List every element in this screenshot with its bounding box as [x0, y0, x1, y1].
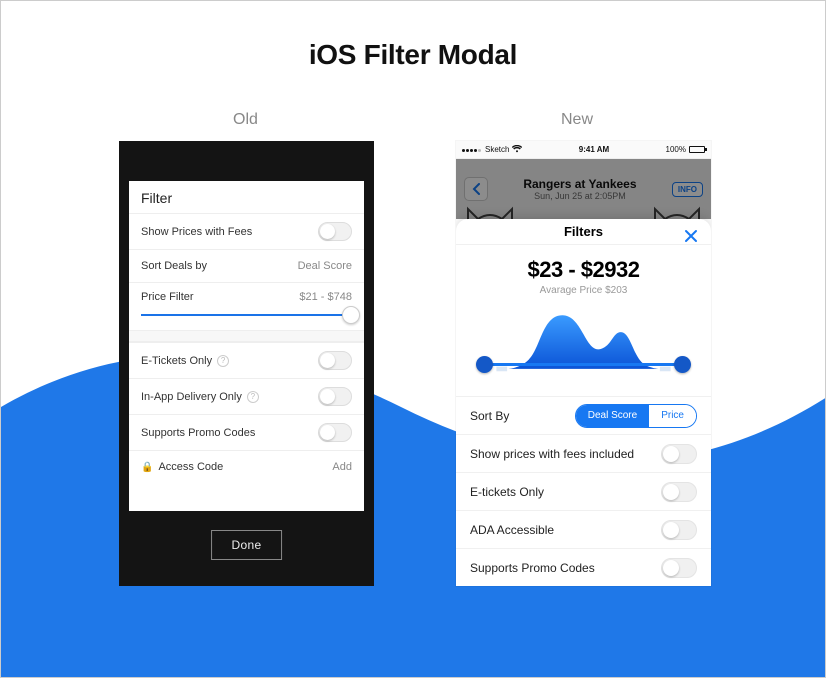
access-code-label: Access Code [158, 461, 223, 473]
help-icon[interactable]: ? [217, 355, 229, 367]
filters-sheet-title: Filters [564, 224, 603, 239]
price-filter-slider-thumb[interactable] [342, 306, 360, 324]
access-code-add-action[interactable]: Add [332, 461, 352, 473]
histogram-chart-icon [470, 306, 697, 380]
filters-sheet: Filters $23 - $2932 Avarage Price $203 [456, 219, 711, 586]
inapp-delivery-row: In-App Delivery Only ? [129, 378, 364, 414]
old-filter-header: Filter [129, 181, 364, 213]
access-code-row[interactable]: 🔒 Access Code Add [129, 450, 364, 483]
etickets-only-toggle[interactable] [318, 351, 352, 370]
etickets-only-row-new: E-tickets Only [456, 472, 711, 510]
price-histogram-slider[interactable] [470, 306, 697, 380]
sort-by-label: Sort By [470, 409, 509, 423]
show-prices-fees-row: Show prices with fees included [456, 434, 711, 472]
sort-deals-row[interactable]: Sort Deals by Deal Score [129, 249, 364, 282]
sort-option-deal-score[interactable]: Deal Score [576, 405, 649, 427]
ada-accessible-label: ADA Accessible [470, 523, 554, 537]
etickets-only-row: E-Tickets Only ? [129, 342, 364, 378]
sort-deals-value: Deal Score [298, 260, 352, 272]
show-prices-fees-label: Show prices with fees included [470, 447, 634, 461]
supports-promo-toggle-new[interactable] [661, 558, 697, 578]
wifi-icon [512, 145, 522, 155]
old-column-label: Old [233, 111, 258, 129]
back-button[interactable] [464, 177, 488, 201]
price-filter-slider[interactable] [141, 314, 352, 316]
new-column-label: New [561, 111, 593, 129]
event-title: Rangers at Yankees [488, 177, 672, 191]
supports-promo-label: Supports Promo Codes [141, 427, 255, 439]
range-thumb-max[interactable] [674, 356, 691, 373]
close-button[interactable] [681, 226, 701, 246]
show-prices-with-fees-toggle[interactable] [318, 222, 352, 241]
signal-dots-icon [462, 145, 482, 154]
event-subtitle: Sun, Jun 25 at 2:05PM [488, 191, 672, 201]
done-button[interactable]: Done [211, 530, 283, 560]
range-track [484, 363, 683, 366]
price-filter-label: Price Filter [141, 291, 194, 303]
sort-segmented-control: Deal Score Price [575, 404, 697, 428]
supports-promo-label-new: Supports Promo Codes [470, 561, 595, 575]
inapp-delivery-toggle[interactable] [318, 387, 352, 406]
sort-deals-label: Sort Deals by [141, 260, 207, 272]
show-prices-with-fees-row: Show Prices with Fees [129, 213, 364, 249]
new-phone-frame: Sketch 9:41 AM 100% Rangers at Yankees S… [456, 141, 711, 586]
old-filter-panel: Filter Show Prices with Fees Sort Deals … [129, 181, 364, 511]
page-title: iOS Filter Modal [1, 39, 825, 71]
etickets-only-toggle-new[interactable] [661, 482, 697, 502]
ada-accessible-toggle[interactable] [661, 520, 697, 540]
supports-promo-row-new: Supports Promo Codes [456, 548, 711, 586]
show-prices-fees-toggle[interactable] [661, 444, 697, 464]
inapp-delivery-label: In-App Delivery Only [141, 391, 242, 403]
battery-icon [689, 146, 705, 153]
sort-by-row: Sort By Deal Score Price [456, 396, 711, 434]
ada-accessible-row: ADA Accessible [456, 510, 711, 548]
supports-promo-row: Supports Promo Codes [129, 414, 364, 450]
old-phone-frame: Filter Show Prices with Fees Sort Deals … [119, 141, 374, 586]
show-prices-with-fees-label: Show Prices with Fees [141, 226, 252, 238]
status-time: 9:41 AM [579, 145, 609, 154]
carrier-label: Sketch [485, 145, 509, 154]
dimmed-background: Rangers at Yankees Sun, Jun 25 at 2:05PM… [456, 159, 711, 219]
battery-percent: 100% [666, 145, 686, 154]
average-price-label: Avarage Price $203 [456, 285, 711, 296]
sort-option-price[interactable]: Price [649, 405, 696, 427]
chevron-left-icon [472, 183, 480, 195]
supports-promo-toggle[interactable] [318, 423, 352, 442]
help-icon[interactable]: ? [247, 391, 259, 403]
info-button[interactable]: INFO [672, 182, 703, 197]
section-divider [129, 330, 364, 342]
range-thumb-min[interactable] [476, 356, 493, 373]
price-range-value: $23 - $2932 [456, 257, 711, 283]
lock-icon: 🔒 [141, 462, 153, 473]
status-bar: Sketch 9:41 AM 100% [456, 141, 711, 159]
etickets-only-label-new: E-tickets Only [470, 485, 544, 499]
price-filter-row: Price Filter $21 - $748 [129, 282, 364, 330]
price-filter-value: $21 - $748 [299, 291, 352, 303]
etickets-only-label: E-Tickets Only [141, 355, 212, 367]
close-icon [684, 229, 698, 243]
